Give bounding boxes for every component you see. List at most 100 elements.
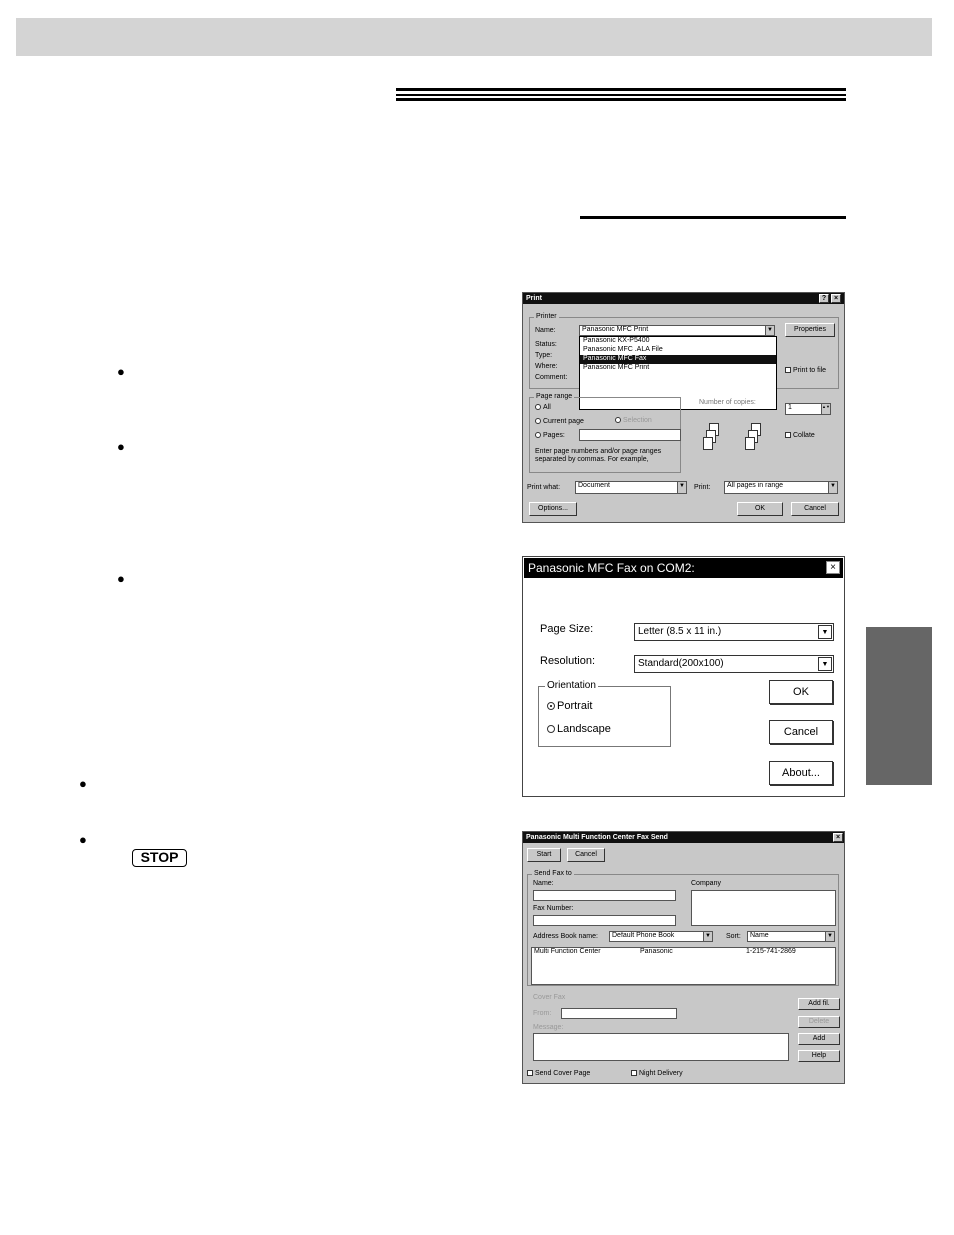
landscape-radio[interactable]: Landscape xyxy=(547,723,611,735)
spin-icon[interactable]: ▲▼ xyxy=(821,404,830,414)
printer-option[interactable]: Panasonic MFC Print xyxy=(580,364,776,373)
help-icon[interactable]: ? xyxy=(819,294,829,303)
close-icon[interactable]: × xyxy=(833,833,843,842)
title-rule xyxy=(396,88,846,91)
close-icon[interactable]: × xyxy=(826,561,840,574)
cancel-button[interactable]: Cancel xyxy=(567,848,605,862)
print-what-value: Document xyxy=(578,482,610,489)
dropdown-arrow-icon[interactable]: ▼ xyxy=(825,932,834,941)
all-radio[interactable]: All xyxy=(535,404,551,412)
ok-button[interactable]: OK xyxy=(737,502,783,516)
pages-hint: Enter page numbers and/or page ranges se… xyxy=(535,448,662,463)
fax-send-title: Panasonic Multi Function Center Fax Send xyxy=(526,834,668,841)
where-label: Where: xyxy=(535,363,558,370)
bullet: ● xyxy=(117,439,125,454)
checkbox-icon xyxy=(785,367,791,374)
print-select[interactable]: All pages in range ▼ xyxy=(724,481,838,494)
ok-button[interactable]: OK xyxy=(769,680,833,704)
printer-name-value: Panasonic MFC Print xyxy=(582,326,649,333)
print-what-label: Print what: xyxy=(527,484,561,491)
dropdown-arrow-icon[interactable]: ▼ xyxy=(765,326,774,335)
address-book-label: Address Book name: xyxy=(533,933,598,940)
collate-page-icon xyxy=(703,437,713,450)
send-cover-label: Send Cover Page xyxy=(535,1070,591,1077)
pages-radio[interactable]: Pages: xyxy=(535,432,565,440)
cancel-button[interactable]: Cancel xyxy=(791,502,839,516)
help-button[interactable]: Help xyxy=(798,1050,840,1062)
resolution-select[interactable]: Standard(200x100) ▼ xyxy=(634,655,834,673)
night-delivery-label: Night Delivery xyxy=(639,1070,683,1077)
cancel-button[interactable]: Cancel xyxy=(769,720,833,744)
header-band xyxy=(16,18,932,56)
company-input[interactable] xyxy=(691,890,836,926)
print-dialog-titlebar: Print xyxy=(523,293,844,304)
print-label: Print: xyxy=(694,484,711,491)
current-page-radio[interactable]: Current page xyxy=(535,418,584,426)
radio-icon xyxy=(547,725,555,733)
checkbox-icon xyxy=(527,1070,533,1077)
from-input[interactable] xyxy=(561,1008,677,1019)
address-list[interactable]: Multi Function Center Panasonic 1-215-74… xyxy=(531,947,836,985)
title-rule xyxy=(396,94,846,96)
page-size-select[interactable]: Letter (8.5 x 11 in.) ▼ xyxy=(634,623,834,641)
collate-checkbox[interactable]: Collate xyxy=(785,432,815,440)
portrait-radio[interactable]: Portrait xyxy=(547,700,592,712)
bullet: ● xyxy=(117,571,125,586)
add-button[interactable]: Add xyxy=(798,1033,840,1045)
start-button[interactable]: Start xyxy=(527,848,561,862)
fax-number-label: Fax Number: xyxy=(533,905,574,912)
add-file-button[interactable]: Add fil. xyxy=(798,998,840,1010)
printer-option-selected[interactable]: Panasonic MFC Fax xyxy=(580,355,776,364)
printer-name-select[interactable]: Panasonic MFC Print ▼ xyxy=(579,325,775,336)
portrait-label: Portrait xyxy=(557,700,593,712)
printer-option[interactable]: Panasonic KX-P5400 xyxy=(580,337,776,346)
address-book-value: Default Phone Book xyxy=(612,932,675,939)
pages-input[interactable] xyxy=(579,429,681,441)
radio-icon xyxy=(615,417,621,424)
list-item[interactable]: Multi Function Center Panasonic 1-215-74… xyxy=(534,948,835,957)
fax-number-input[interactable] xyxy=(533,915,676,926)
send-cover-page-checkbox[interactable]: Send Cover Page xyxy=(527,1070,590,1078)
radio-icon xyxy=(535,432,541,439)
about-button[interactable]: About... xyxy=(769,761,833,785)
comment-label: Comment: xyxy=(535,374,568,381)
all-label: All xyxy=(543,404,551,411)
printer-option[interactable]: Panasonic MFC .ALA File xyxy=(580,346,776,355)
company-label: Company xyxy=(691,880,721,887)
properties-button[interactable]: Properties xyxy=(785,323,835,337)
pages-label: Pages: xyxy=(543,432,565,439)
sort-label: Sort: xyxy=(726,933,741,940)
status-label: Status: xyxy=(535,341,557,348)
dropdown-arrow-icon[interactable]: ▼ xyxy=(818,625,832,639)
subtitle-rule xyxy=(580,216,846,219)
type-label: Type: xyxy=(535,352,553,359)
fax-send-dialog: Panasonic Multi Function Center Fax Send… xyxy=(522,831,845,1084)
page-range-label: Page range xyxy=(534,393,575,401)
checkbox-icon xyxy=(785,432,791,439)
print-value: All pages in range xyxy=(727,482,784,489)
selection-radio[interactable]: Selection xyxy=(615,417,652,425)
sort-select[interactable]: Name ▼ xyxy=(747,931,835,942)
night-delivery-checkbox[interactable]: Night Delivery xyxy=(631,1070,683,1078)
section-tab xyxy=(866,627,932,785)
dropdown-arrow-icon[interactable]: ▼ xyxy=(703,932,712,941)
bullet: ● xyxy=(79,776,87,791)
address-book-select[interactable]: Default Phone Book ▼ xyxy=(609,931,713,942)
delete-button[interactable]: Delete xyxy=(798,1016,840,1028)
copies-input[interactable]: 1 ▲▼ xyxy=(785,403,831,415)
message-input[interactable] xyxy=(533,1033,789,1061)
print-what-select[interactable]: Document ▼ xyxy=(575,481,687,494)
name-input[interactable] xyxy=(533,890,676,901)
print-to-file-checkbox[interactable]: Print to file xyxy=(785,367,826,375)
resolution-label: Resolution: xyxy=(540,655,596,667)
stop-key: STOP xyxy=(132,849,187,867)
options-button[interactable]: Options... xyxy=(529,502,577,516)
title-rule xyxy=(396,98,846,101)
dropdown-arrow-icon[interactable]: ▼ xyxy=(818,657,832,671)
current-page-label: Current page xyxy=(543,418,584,425)
name-label: Name: xyxy=(535,327,556,334)
dropdown-arrow-icon[interactable]: ▼ xyxy=(677,482,686,493)
dropdown-arrow-icon[interactable]: ▼ xyxy=(828,482,837,493)
name-label: Name: xyxy=(533,880,554,887)
close-icon[interactable]: × xyxy=(831,294,841,303)
